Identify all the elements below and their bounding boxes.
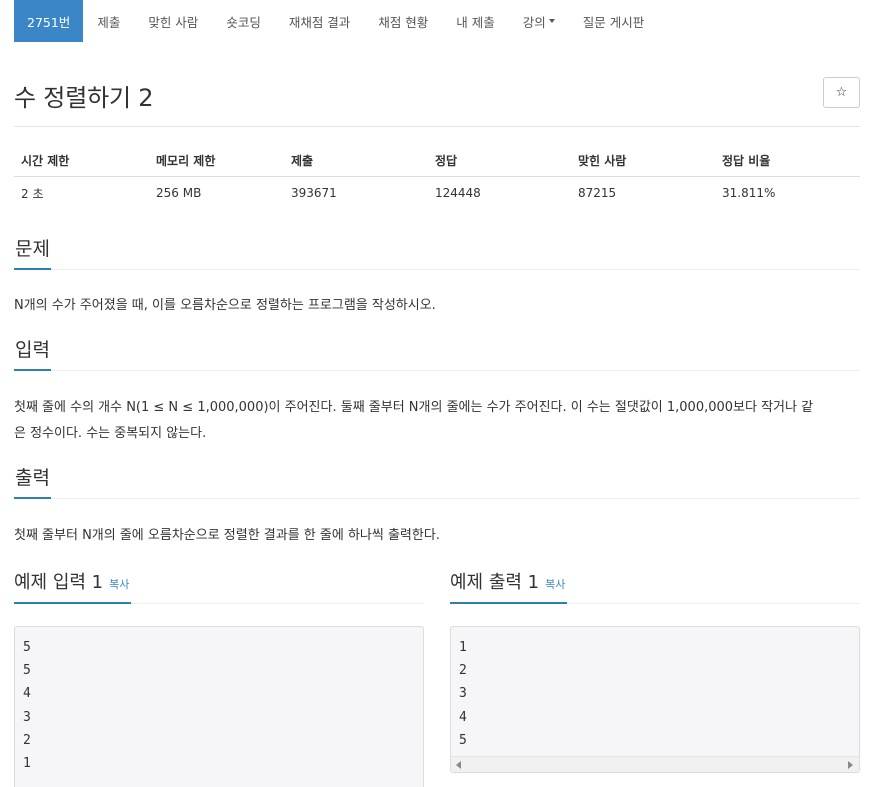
problem-heading: 문제 (14, 238, 51, 270)
header-solvers: 맞힌 사람 (578, 154, 627, 168)
tab-lectures[interactable]: 강의 (509, 0, 569, 42)
input-description-line-2: 은 정수이다. 수는 중복되지 않는다. (14, 426, 207, 441)
sample-input-line: 4 (23, 686, 31, 702)
output-heading: 출력 (14, 467, 51, 499)
sample-output-line: 5 (459, 732, 467, 748)
sample-output-line: 1 (459, 640, 467, 655)
star-button[interactable]: ☆ (823, 77, 860, 108)
problem-info-table: 시간 제한 메모리 제한 제출 정답 맞힌 사람 정답 비율 2 초 256 M… (14, 145, 860, 209)
problem-description: N개의 수가 주어졌을 때, 이를 오름차순으로 정렬하는 프로그램을 작성하시… (14, 298, 436, 313)
sample-output-line: 3 (459, 686, 467, 702)
info-header-row: 시간 제한 메모리 제한 제출 정답 맞힌 사람 정답 비율 (14, 145, 860, 177)
caret-down-icon (548, 19, 555, 23)
tab-short-coding[interactable]: 숏코딩 (212, 0, 275, 42)
problem-page: 2751번 제출 맞힌 사람 숏코딩 재채점 결과 채점 현황 내 제출 강의 … (0, 0, 873, 787)
sample-input-header: 예제 입력 1 복사 (14, 572, 424, 604)
tab-lectures-label: 강의 (522, 14, 546, 30)
tab-submit[interactable]: 제출 (83, 0, 134, 42)
value-submissions: 393671 (291, 186, 337, 200)
sample-input-line: 3 (23, 709, 31, 725)
value-accept-ratio: 31.811% (722, 186, 776, 200)
sample-output-line: 2 (459, 663, 467, 679)
input-description: 첫째 줄에 수의 개수 N(1 ≤ N ≤ 1,000,000)이 주어진다. … (14, 395, 860, 447)
tab-my-submissions[interactable]: 내 제출 (442, 0, 508, 42)
header-submissions: 제출 (291, 154, 314, 168)
sample-output-title: 예제 출력 1 (450, 572, 540, 593)
horizontal-scrollbar[interactable] (451, 756, 859, 772)
tab-problem-number[interactable]: 2751번 (14, 0, 84, 42)
tab-solvers[interactable]: 맞힌 사람 (134, 0, 212, 42)
sample-input-title-wrap: 예제 입력 1 복사 (14, 572, 132, 604)
input-description-line-1: 첫째 줄에 수의 개수 N(1 ≤ N ≤ 1,000,000)이 주어진다. … (14, 400, 814, 415)
value-time-limit: 2 초 (21, 186, 44, 201)
value-memory-limit: 256 MB (156, 186, 202, 200)
sample-output-box[interactable]: 1 2 3 4 5 (450, 626, 860, 773)
sample-output-header: 예제 출력 1 복사 (450, 572, 860, 604)
value-accepted: 124448 (435, 186, 481, 200)
sample-input-line: 5 (23, 663, 31, 679)
problem-nav: 2751번 제출 맞힌 사람 숏코딩 재채점 결과 채점 현황 내 제출 강의 … (14, 0, 658, 42)
output-section-header: 출력 (14, 467, 860, 499)
input-section-header: 입력 (14, 339, 860, 371)
scroll-right-arrow-icon[interactable] (848, 761, 853, 769)
page-title: 수 정렬하기 2 (14, 84, 154, 112)
header-accepted: 정답 (435, 154, 458, 168)
problem-section-header: 문제 (14, 238, 860, 270)
sample-input-box[interactable]: 5 5 4 3 2 1 (14, 626, 424, 787)
sample-input-line: 5 (23, 640, 31, 655)
copy-sample-output-link[interactable]: 복사 (545, 578, 565, 591)
tab-rejudge-results[interactable]: 재채점 결과 (275, 0, 364, 42)
info-value-row: 2 초 256 MB 393671 124448 87215 31.811% (14, 177, 860, 209)
header-time-limit: 시간 제한 (21, 154, 70, 168)
value-solvers: 87215 (578, 186, 617, 200)
sample-input-line: 1 (23, 756, 31, 772)
output-description: 첫째 줄부터 N개의 줄에 오름차순으로 정렬한 결과를 한 줄에 하나씩 출력… (14, 528, 440, 543)
header-accept-ratio: 정답 비율 (722, 154, 771, 168)
scroll-left-arrow-icon[interactable] (456, 761, 461, 769)
star-icon: ☆ (835, 85, 848, 100)
copy-sample-input-link[interactable]: 복사 (109, 578, 129, 591)
header-memory-limit: 메모리 제한 (156, 154, 216, 168)
input-heading: 입력 (14, 339, 51, 371)
tab-qna-board[interactable]: 질문 게시판 (569, 0, 658, 42)
sample-output-title-wrap: 예제 출력 1 복사 (450, 572, 568, 604)
sample-output-line: 4 (459, 709, 467, 725)
tab-judge-status[interactable]: 채점 현황 (364, 0, 442, 42)
sample-input-title: 예제 입력 1 (14, 572, 104, 593)
sample-input-line: 2 (23, 732, 31, 748)
title-divider (14, 126, 860, 127)
